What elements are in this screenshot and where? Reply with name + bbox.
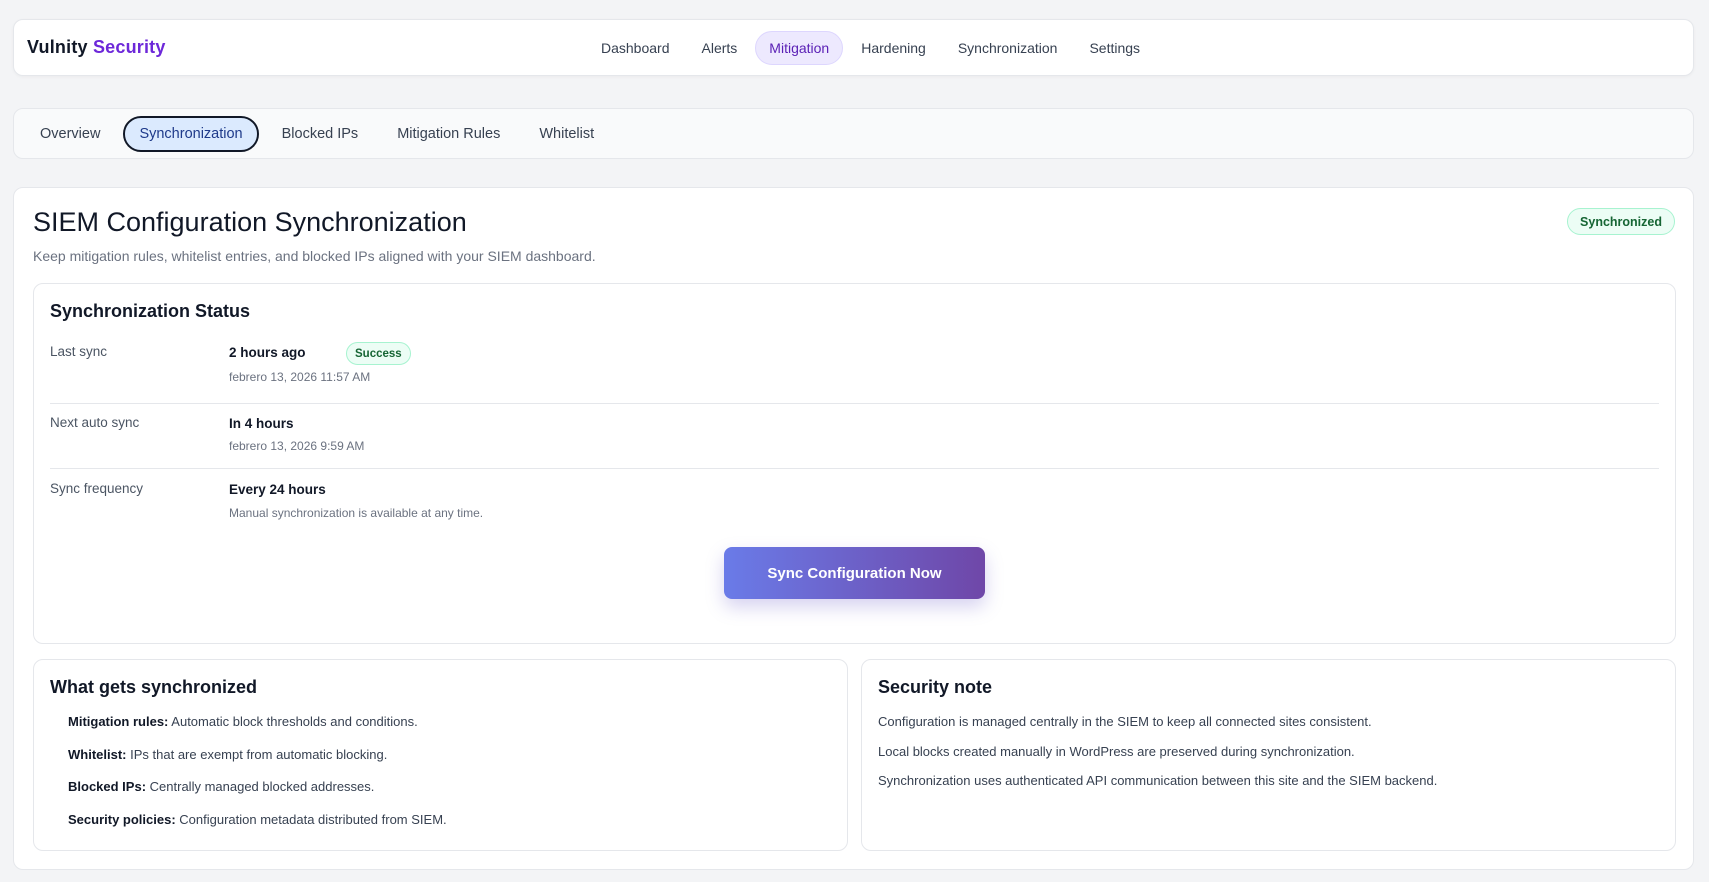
next-sync-row: Next auto sync In 4 hours febrero 13, 20… [50, 403, 1659, 463]
success-badge: Success [346, 342, 411, 365]
nav-alerts[interactable]: Alerts [688, 31, 752, 65]
item-desc: IPs that are exempt from automatic block… [130, 746, 388, 762]
nav-mitigation[interactable]: Mitigation [755, 31, 844, 65]
nav-settings[interactable]: Settings [1075, 31, 1154, 65]
list-item: Whitelist: IPs that are exempt from auto… [68, 747, 447, 780]
top-bar: Vulnity Security Dashboard Alerts Mitiga… [13, 19, 1694, 76]
brand-accent: Security [92, 37, 166, 57]
next-sync-value: In 4 hours [229, 416, 294, 431]
note-line: Local blocks created manually in WordPre… [878, 743, 1355, 759]
nav-hardening[interactable]: Hardening [847, 31, 940, 65]
list-item: Security policies: Configuration metadat… [68, 812, 447, 845]
tab-overview[interactable]: Overview [24, 116, 116, 152]
item-term: Security policies: [68, 811, 176, 827]
what-synced-card: What gets synchronized Mitigation rules:… [33, 659, 848, 851]
security-note-title: Security note [878, 677, 993, 697]
synced-items-list: Mitigation rules: Automatic block thresh… [68, 714, 447, 844]
security-note-card: Security note Configuration is managed c… [861, 659, 1676, 851]
sync-status-title: Synchronization Status [50, 301, 251, 321]
next-sync-date: febrero 13, 2026 9:59 AM [229, 439, 365, 453]
brand-name: Vulnity [27, 37, 88, 57]
nav-dashboard[interactable]: Dashboard [587, 31, 684, 65]
tab-mitigation-rules[interactable]: Mitigation Rules [381, 116, 516, 152]
tab-synchronization[interactable]: Synchronization [123, 115, 259, 152]
next-sync-label: Next auto sync [50, 415, 140, 430]
sync-frequency-label: Sync frequency [50, 481, 144, 496]
list-item: Blocked IPs: Centrally managed blocked a… [68, 779, 447, 812]
note-line: Configuration is managed centrally in th… [878, 714, 1372, 729]
item-term: Mitigation rules: [68, 714, 169, 729]
tab-blocked-ips[interactable]: Blocked IPs [266, 116, 375, 152]
sync-frequency-row: Sync frequency Every 24 hours Manual syn… [50, 468, 1659, 528]
status-badge: Synchronized [1567, 208, 1675, 235]
last-sync-label: Last sync [50, 344, 108, 359]
item-term: Blocked IPs: [68, 779, 147, 794]
item-term: Whitelist: [68, 746, 127, 762]
sync-panel: SIEM Configuration Synchronization Keep … [13, 187, 1694, 870]
nav-synchronization[interactable]: Synchronization [944, 31, 1072, 65]
sync-now-button[interactable]: Sync Configuration Now [724, 547, 985, 599]
brand-logo[interactable]: Vulnity Security [27, 37, 166, 58]
item-desc: Configuration metadata distributed from … [179, 811, 447, 827]
list-item: Mitigation rules: Automatic block thresh… [68, 714, 447, 747]
page-title: SIEM Configuration Synchronization [33, 207, 467, 237]
sync-frequency-note: Manual synchronization is available at a… [229, 506, 484, 520]
last-sync-date: febrero 13, 2026 11:57 AM [229, 370, 371, 384]
what-synced-title: What gets synchronized [50, 677, 258, 697]
item-desc: Centrally managed blocked addresses. [149, 779, 375, 794]
main-nav: Dashboard Alerts Mitigation Hardening Sy… [587, 31, 1154, 65]
sub-tabs: Overview Synchronization Blocked IPs Mit… [13, 108, 1694, 159]
item-desc: Automatic block thresholds and condition… [171, 714, 418, 729]
last-sync-value: 2 hours ago [229, 345, 306, 360]
tab-whitelist[interactable]: Whitelist [523, 116, 610, 152]
sync-frequency-value: Every 24 hours [229, 482, 326, 497]
security-note-lines: Configuration is managed centrally in th… [878, 714, 1437, 803]
page-subtitle: Keep mitigation rules, whitelist entries… [33, 248, 596, 264]
note-line: Synchronization uses authenticated API c… [878, 773, 1438, 788]
sync-status-card: Synchronization Status Last sync 2 hours… [33, 283, 1676, 644]
